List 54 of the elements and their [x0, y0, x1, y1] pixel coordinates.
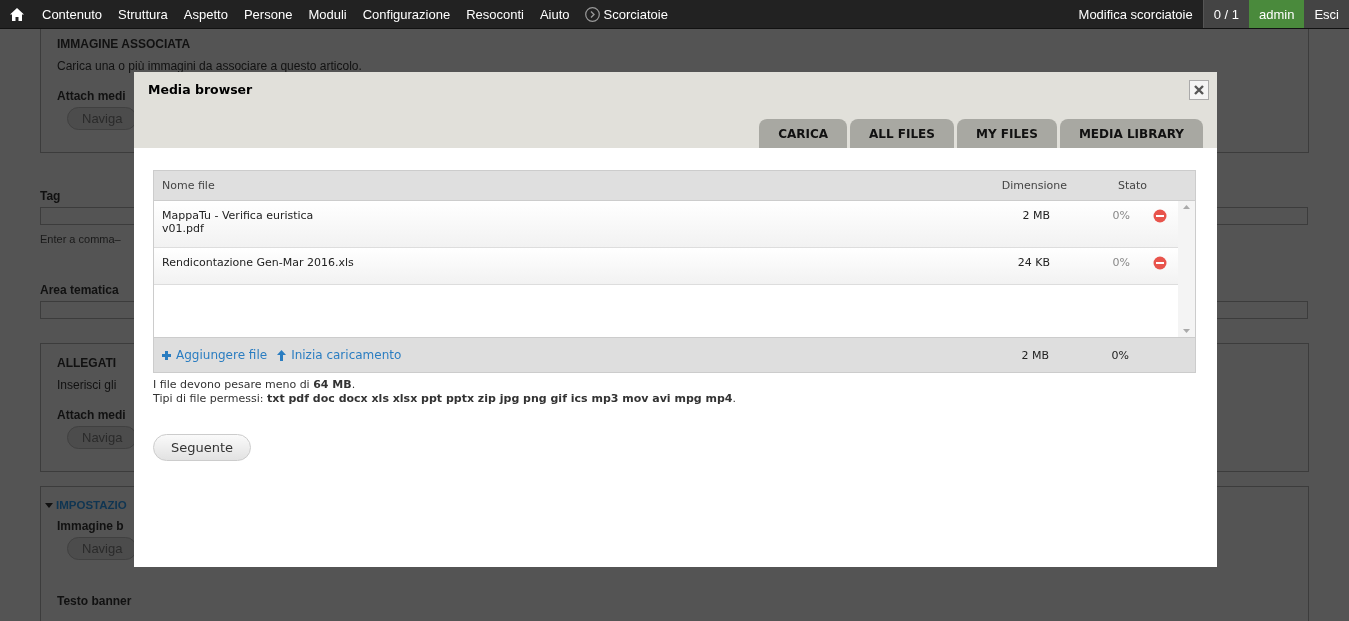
toolbar-menu-item[interactable]: Struttura — [110, 6, 176, 22]
toolbar-menu-item[interactable]: Contenuto — [34, 6, 110, 22]
scroll-down-icon[interactable] — [1183, 329, 1190, 333]
file-status: 0% — [1111, 256, 1131, 269]
dialog-tab[interactable]: MEDIA LIBRARY — [1059, 119, 1203, 148]
file-name: Rendicontazione Gen-Mar 2016.xls — [161, 256, 355, 269]
field-label: Immagine b — [57, 519, 124, 533]
toolbar-menu-item[interactable]: Persone — [235, 6, 301, 22]
dialog-title: Media browser — [147, 81, 254, 99]
field-label: Attach medi — [57, 89, 126, 103]
toolbar-menu-item[interactable]: Aspetto — [175, 6, 236, 22]
caret-down-icon[interactable] — [45, 501, 53, 509]
file-size: 24 KB — [1016, 256, 1051, 269]
edit-shortcuts-link[interactable]: Modifica scorciatoie — [1068, 0, 1203, 28]
shortcut-counter[interactable]: 0 / 1 — [1202, 0, 1249, 28]
close-button[interactable] — [1189, 80, 1209, 100]
column-header: Nome file — [161, 179, 216, 192]
column-header: Dimensione — [1000, 179, 1068, 192]
home-icon[interactable] — [10, 7, 24, 21]
upload-note: I file devono pesare meno di 64 MB. — [153, 378, 357, 392]
fieldset-description: Inserisci gli — [57, 378, 117, 392]
file-size: 2 MB — [1021, 209, 1051, 222]
fieldset-description: Carica una o più immagini da associare a questo articolo. — [57, 59, 362, 73]
plus-icon — [162, 350, 171, 360]
chevron-circle-icon[interactable] — [584, 6, 600, 22]
remove-icon[interactable] — [1153, 256, 1167, 270]
remove-icon[interactable] — [1153, 209, 1167, 223]
dialog-tab[interactable]: ALL FILES — [850, 119, 954, 148]
file-name: MappaTu - Verifica euristica v01.pdf — [161, 209, 315, 235]
total-status: 0% — [1110, 348, 1130, 362]
field-label: Tag — [40, 189, 61, 203]
file-status: 0% — [1111, 209, 1131, 222]
upload-note: Tipi di file permessi: txt pdf doc docx xls xlsx ppt pptx zip jpg png gif ics mp3 mov avi mpg mp4. — [153, 392, 736, 406]
fieldset-title: IMMAGINE ASSOCIATA — [57, 37, 191, 51]
field-label: Attach medi — [57, 408, 126, 422]
total-size: 2 MB — [1020, 348, 1050, 362]
field-label: Area tematica — [40, 283, 119, 297]
field-label: Testo banner — [57, 594, 132, 608]
shortcuts-link[interactable]: Scorciatoie — [599, 6, 676, 22]
column-header: Stato — [1116, 179, 1148, 192]
scrollbar[interactable] — [1178, 201, 1195, 337]
dialog-tab[interactable]: MY FILES — [956, 119, 1057, 148]
user-link[interactable]: admin — [1249, 0, 1305, 28]
toolbar-menu-item[interactable]: Configurazione — [354, 6, 459, 22]
arrow-up-icon — [277, 349, 287, 361]
toolbar-menu-item[interactable]: Moduli — [300, 6, 355, 22]
next-button[interactable]: Seguente — [153, 434, 252, 461]
fieldset-title: ALLEGATI — [57, 356, 117, 370]
toolbar-menu-item[interactable]: Resoconti — [458, 6, 532, 22]
dialog-tab[interactable]: CARICA — [759, 119, 848, 148]
close-icon — [1194, 85, 1204, 95]
scroll-up-icon[interactable] — [1183, 205, 1190, 209]
logout-link[interactable]: Esci — [1304, 0, 1349, 28]
toolbar-menu-item[interactable]: Aiuto — [531, 6, 578, 22]
